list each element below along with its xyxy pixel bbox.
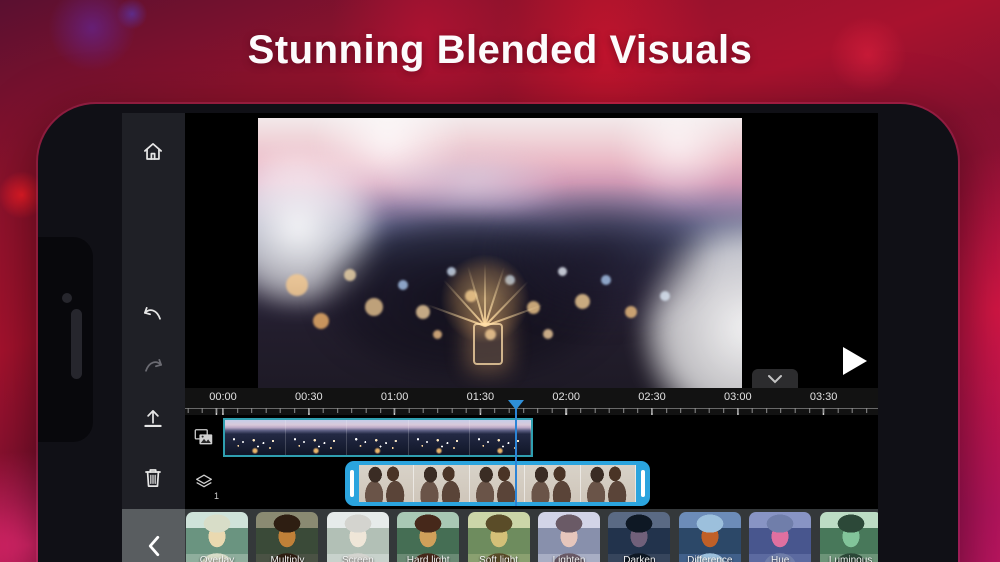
bokeh-light: [343, 268, 356, 281]
bokeh-light: [415, 305, 430, 320]
bokeh-light: [432, 329, 442, 339]
blend-mode-difference[interactable]: Difference: [678, 512, 741, 562]
delete-button[interactable]: [131, 456, 175, 500]
blend-mode-label: Lighten: [552, 555, 586, 562]
blend-mode-hue[interactable]: Hue: [749, 512, 812, 562]
sidebar: [122, 113, 185, 562]
media-track-icon: [194, 429, 213, 445]
preview-art: [378, 146, 568, 216]
collapse-panel-button[interactable]: [122, 509, 185, 562]
timeline-tick-label: 03:00: [724, 391, 752, 403]
export-icon: [144, 410, 162, 428]
phone-camera: [62, 293, 72, 303]
blend-mode-luminous[interactable]: Luminous: [819, 512, 878, 562]
phone-frame: 00:00 00:30 01:00 01:30 02:00 02:30 03:00 03:30: [38, 104, 958, 562]
bokeh-light: [574, 294, 590, 310]
export-button[interactable]: [131, 398, 175, 442]
preview-art: [608, 118, 742, 198]
promo-screenshot: Stunning Blended Visuals 00:00 00:30 01:…: [0, 0, 1000, 562]
blend-mode-soft-light[interactable]: Soft light: [467, 512, 530, 562]
hide-timeline-button[interactable]: [752, 369, 798, 388]
blend-mode-label: Overlay: [199, 555, 235, 562]
overlay-clip-thumbnail: [580, 465, 636, 502]
video-preview[interactable]: [258, 118, 742, 388]
timeline-tick-label: 01:00: [380, 391, 409, 403]
blend-mode-label: Hue: [771, 555, 790, 562]
page-title: Stunning Blended Visuals: [247, 28, 753, 72]
home-button[interactable]: [131, 130, 175, 174]
overlay-clip-thumbnails: [359, 465, 636, 502]
trim-handle-right[interactable]: [641, 470, 645, 497]
undo-button[interactable]: [131, 293, 175, 337]
play-button[interactable]: [835, 341, 875, 381]
video-clip-thumbnail: [408, 420, 470, 455]
timeline-tick-label: 03:30: [809, 391, 838, 403]
blend-mode-label: Luminous: [828, 555, 873, 562]
sparkler-art: [426, 246, 544, 344]
overlay-clip-thumbnail: [414, 465, 470, 502]
blend-mode-hard-light[interactable]: Hard light: [397, 512, 460, 562]
video-clip-thumbnail: [469, 420, 532, 455]
overlay-clip-selected[interactable]: [345, 461, 650, 506]
overlay-clip-thumbnail: [359, 465, 415, 502]
trash-icon: [145, 469, 161, 487]
chevron-down-icon: [768, 374, 782, 383]
blend-mode-label: Hard light: [406, 555, 450, 562]
timeline-tick-label: 00:30: [295, 391, 323, 403]
layer-badge: 1: [213, 491, 219, 501]
timeline-tick-label: 00:00: [209, 391, 237, 403]
phone-speaker: [71, 309, 82, 379]
blend-mode-label: Multiply: [270, 555, 305, 562]
app-screen: 00:00 00:30 01:00 01:30 02:00 02:30 03:00 03:30: [122, 113, 878, 562]
overlay-clip-thumbnail: [525, 465, 581, 502]
blend-mode-darken[interactable]: Darken: [608, 512, 671, 562]
timeline-ruler[interactable]: 00:00 00:30 01:00 01:30 02:00 02:30 03:00 03:30: [185, 388, 878, 417]
bokeh-light: [312, 312, 329, 329]
timeline-tick-label: 01:30: [466, 391, 495, 403]
bokeh-light: [624, 306, 637, 319]
chevron-left-icon: [148, 535, 159, 557]
blend-mode-lighten[interactable]: Lighten: [538, 512, 600, 562]
trim-handle-left[interactable]: [350, 470, 354, 497]
redo-icon: [145, 358, 162, 372]
video-track-button[interactable]: [187, 418, 221, 458]
undo-icon: [144, 306, 161, 320]
blend-mode-label: Screen: [341, 555, 374, 562]
blend-mode-label: Difference: [687, 555, 733, 562]
blend-mode-label: Darken: [623, 555, 656, 562]
timeline-tracks: 1: [185, 415, 878, 509]
timeline-tick-label: 02:30: [638, 391, 666, 403]
blend-mode-strip: Overlay Multiply Screen Hard light Soft ligh…: [185, 509, 878, 562]
redo-button[interactable]: [131, 345, 175, 389]
blend-mode-overlay[interactable]: Overlay: [186, 512, 248, 562]
bokeh-light: [285, 274, 308, 297]
playhead-line[interactable]: [515, 409, 517, 506]
home-icon: [144, 143, 162, 160]
video-clip-thumbnail: [225, 420, 287, 455]
video-clip-thumbnail: [347, 420, 409, 455]
ruler-minor-ticks: [185, 408, 878, 413]
video-clip[interactable]: [223, 418, 533, 457]
preview-area: [185, 113, 878, 388]
video-clip-thumbnail: [286, 420, 348, 455]
phone-notch: [38, 237, 93, 442]
overlay-track-button[interactable]: 1: [187, 463, 221, 503]
bokeh-light: [659, 291, 670, 302]
blend-mode-label: Soft light: [479, 555, 519, 562]
layers-icon: [196, 474, 212, 488]
jar-art: [473, 323, 503, 365]
blend-mode-multiply[interactable]: Multiply: [256, 512, 319, 562]
blend-mode-screen[interactable]: Screen: [326, 512, 389, 562]
timeline-tick-label: 02:00: [552, 391, 580, 403]
